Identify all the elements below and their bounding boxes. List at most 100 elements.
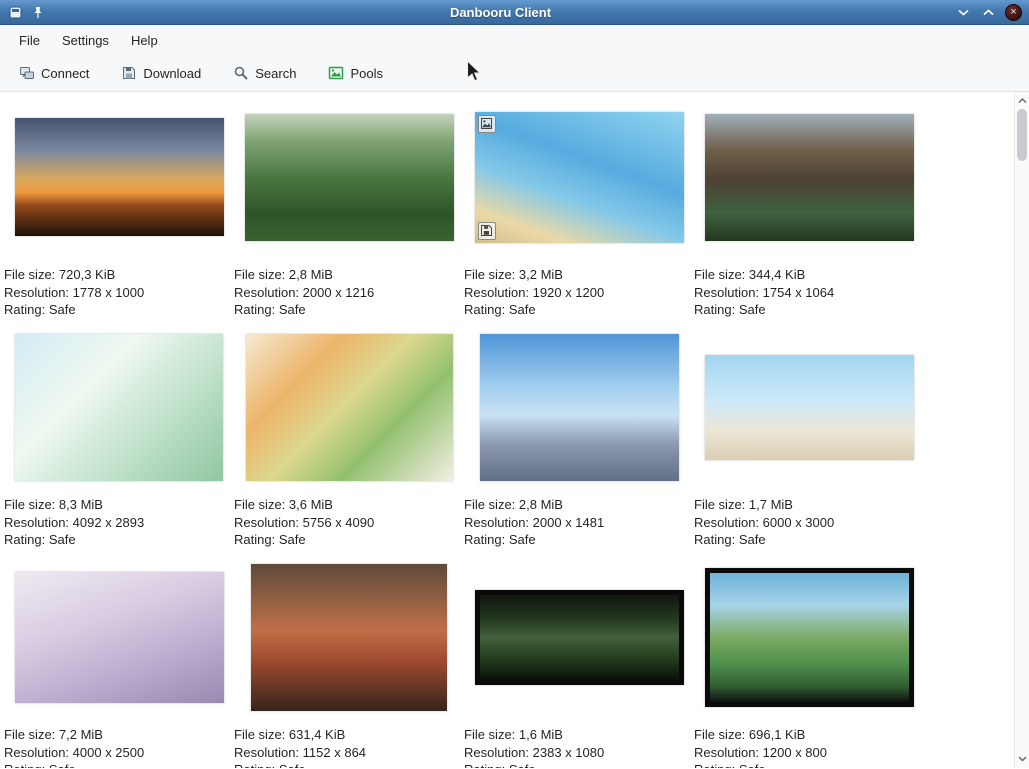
rating-value: Safe bbox=[279, 532, 306, 547]
thumbnail-box bbox=[694, 102, 924, 252]
download-label: Download bbox=[143, 66, 201, 81]
resolution-label: Resolution: bbox=[234, 285, 303, 300]
post-card[interactable]: File size: 696,1 KiB Resolution: 1200 x … bbox=[694, 562, 924, 768]
post-thumbnail[interactable] bbox=[705, 355, 914, 460]
file-size-value: 2,8 MiB bbox=[289, 267, 333, 282]
resolution-label: Resolution: bbox=[464, 285, 533, 300]
rating-value: Safe bbox=[739, 762, 766, 768]
download-button[interactable]: Download bbox=[112, 60, 210, 86]
post-card[interactable]: File size: 1,7 MiB Resolution: 6000 x 30… bbox=[694, 332, 924, 562]
post-thumbnail[interactable] bbox=[480, 334, 679, 481]
resolution-value: 1200 x 800 bbox=[763, 745, 827, 760]
resolution-label: Resolution: bbox=[694, 745, 763, 760]
close-icon[interactable]: × bbox=[1005, 4, 1022, 21]
file-size-line: File size: 3,6 MiB bbox=[234, 496, 464, 514]
file-size-value: 720,3 KiB bbox=[59, 267, 115, 282]
file-size-line: File size: 2,8 MiB bbox=[464, 496, 694, 514]
chevron-down-icon[interactable] bbox=[955, 4, 971, 20]
app-icon[interactable] bbox=[7, 4, 23, 20]
post-thumbnail[interactable] bbox=[15, 572, 224, 703]
thumbnail-box bbox=[4, 332, 234, 482]
post-card[interactable]: File size: 2,8 MiB Resolution: 2000 x 12… bbox=[234, 102, 464, 332]
post-metadata: File size: 1,7 MiB Resolution: 6000 x 30… bbox=[694, 496, 924, 549]
post-card[interactable]: File size: 344,4 KiB Resolution: 1754 x … bbox=[694, 102, 924, 332]
rating-label: Rating: bbox=[694, 302, 739, 317]
rating-label: Rating: bbox=[4, 532, 49, 547]
resolution-value: 1152 x 864 bbox=[303, 745, 366, 760]
post-card[interactable]: File size: 1,6 MiB Resolution: 2383 x 10… bbox=[464, 562, 694, 768]
file-size-line: File size: 1,6 MiB bbox=[464, 726, 694, 744]
file-size-line: File size: 8,3 MiB bbox=[4, 496, 234, 514]
rating-label: Rating: bbox=[4, 302, 49, 317]
resolution-label: Resolution: bbox=[464, 745, 533, 760]
post-thumbnail[interactable] bbox=[15, 334, 223, 481]
menu-settings[interactable]: Settings bbox=[51, 29, 120, 52]
rating-value: Safe bbox=[739, 532, 766, 547]
rating-value: Safe bbox=[49, 302, 76, 317]
post-card[interactable]: File size: 3,6 MiB Resolution: 5756 x 40… bbox=[234, 332, 464, 562]
thumbnail-box bbox=[234, 562, 464, 712]
thumbnail-box bbox=[464, 562, 694, 712]
menu-help[interactable]: Help bbox=[120, 29, 169, 52]
save-overlay-icon bbox=[478, 222, 496, 240]
file-size-value: 3,2 MiB bbox=[519, 267, 563, 282]
resolution-line: Resolution: 4092 x 2893 bbox=[4, 514, 234, 532]
post-metadata: File size: 696,1 KiB Resolution: 1200 x … bbox=[694, 726, 924, 768]
connect-button[interactable]: Connect bbox=[10, 60, 98, 86]
resolution-value: 2000 x 1481 bbox=[533, 515, 605, 530]
resolution-line: Resolution: 1754 x 1064 bbox=[694, 284, 924, 302]
file-size-line: File size: 1,7 MiB bbox=[694, 496, 924, 514]
menu-file[interactable]: File bbox=[8, 29, 51, 52]
file-size-label: File size: bbox=[694, 267, 749, 282]
scrollbar-thumb[interactable] bbox=[1017, 109, 1027, 161]
rating-line: Rating: Safe bbox=[464, 301, 694, 319]
chevron-up-icon[interactable] bbox=[980, 4, 996, 20]
titlebar[interactable]: Danbooru Client × bbox=[0, 0, 1029, 25]
rating-label: Rating: bbox=[694, 762, 739, 768]
resolution-label: Resolution: bbox=[464, 515, 533, 530]
resolution-label: Resolution: bbox=[4, 515, 73, 530]
resolution-line: Resolution: 2383 x 1080 bbox=[464, 744, 694, 762]
resolution-line: Resolution: 1200 x 800 bbox=[694, 744, 924, 762]
menu-bar: File Settings Help bbox=[0, 25, 1029, 55]
thumbnail-box bbox=[234, 102, 464, 252]
scroll-up-arrow[interactable] bbox=[1015, 94, 1029, 108]
post-card[interactable]: File size: 2,8 MiB Resolution: 2000 x 14… bbox=[464, 332, 694, 562]
window-title: Danbooru Client bbox=[46, 5, 955, 20]
post-thumbnail[interactable] bbox=[475, 112, 684, 243]
post-card[interactable]: File size: 7,2 MiB Resolution: 4000 x 25… bbox=[4, 562, 234, 768]
resolution-label: Resolution: bbox=[234, 745, 303, 760]
resolution-line: Resolution: 5756 x 4090 bbox=[234, 514, 464, 532]
file-size-value: 631,4 KiB bbox=[289, 727, 345, 742]
thumbnail-box bbox=[694, 332, 924, 482]
post-thumbnail[interactable] bbox=[251, 564, 447, 711]
resolution-label: Resolution: bbox=[4, 745, 73, 760]
vertical-scrollbar[interactable] bbox=[1014, 92, 1029, 768]
rating-label: Rating: bbox=[4, 762, 49, 768]
post-thumbnail[interactable] bbox=[246, 334, 453, 481]
file-size-line: File size: 720,3 KiB bbox=[4, 266, 234, 284]
post-metadata: File size: 631,4 KiB Resolution: 1152 x … bbox=[234, 726, 464, 768]
post-metadata: File size: 7,2 MiB Resolution: 4000 x 25… bbox=[4, 726, 234, 768]
pin-icon[interactable] bbox=[30, 4, 46, 20]
post-card[interactable]: File size: 8,3 MiB Resolution: 4092 x 28… bbox=[4, 332, 234, 562]
post-card[interactable]: File size: 3,2 MiB Resolution: 1920 x 12… bbox=[464, 102, 694, 332]
post-thumbnail[interactable] bbox=[705, 114, 914, 241]
thumbnail-box bbox=[4, 562, 234, 712]
post-card[interactable]: File size: 720,3 KiB Resolution: 1778 x … bbox=[4, 102, 234, 332]
post-thumbnail[interactable] bbox=[705, 568, 914, 707]
scroll-down-arrow[interactable] bbox=[1015, 752, 1029, 766]
thumbnail-view: File size: 720,3 KiB Resolution: 1778 x … bbox=[0, 92, 1029, 768]
thumbnail-box bbox=[694, 562, 924, 712]
post-thumbnail[interactable] bbox=[245, 114, 454, 241]
file-size-label: File size: bbox=[4, 497, 59, 512]
thumbnail-box bbox=[464, 102, 694, 252]
rating-line: Rating: Safe bbox=[4, 301, 234, 319]
post-thumbnail[interactable] bbox=[15, 118, 224, 236]
resolution-value: 5756 x 4090 bbox=[303, 515, 375, 530]
search-button[interactable]: Search bbox=[224, 60, 305, 86]
pools-button[interactable]: Pools bbox=[319, 60, 392, 86]
rating-label: Rating: bbox=[234, 302, 279, 317]
post-thumbnail[interactable] bbox=[475, 590, 684, 685]
post-card[interactable]: File size: 631,4 KiB Resolution: 1152 x … bbox=[234, 562, 464, 768]
